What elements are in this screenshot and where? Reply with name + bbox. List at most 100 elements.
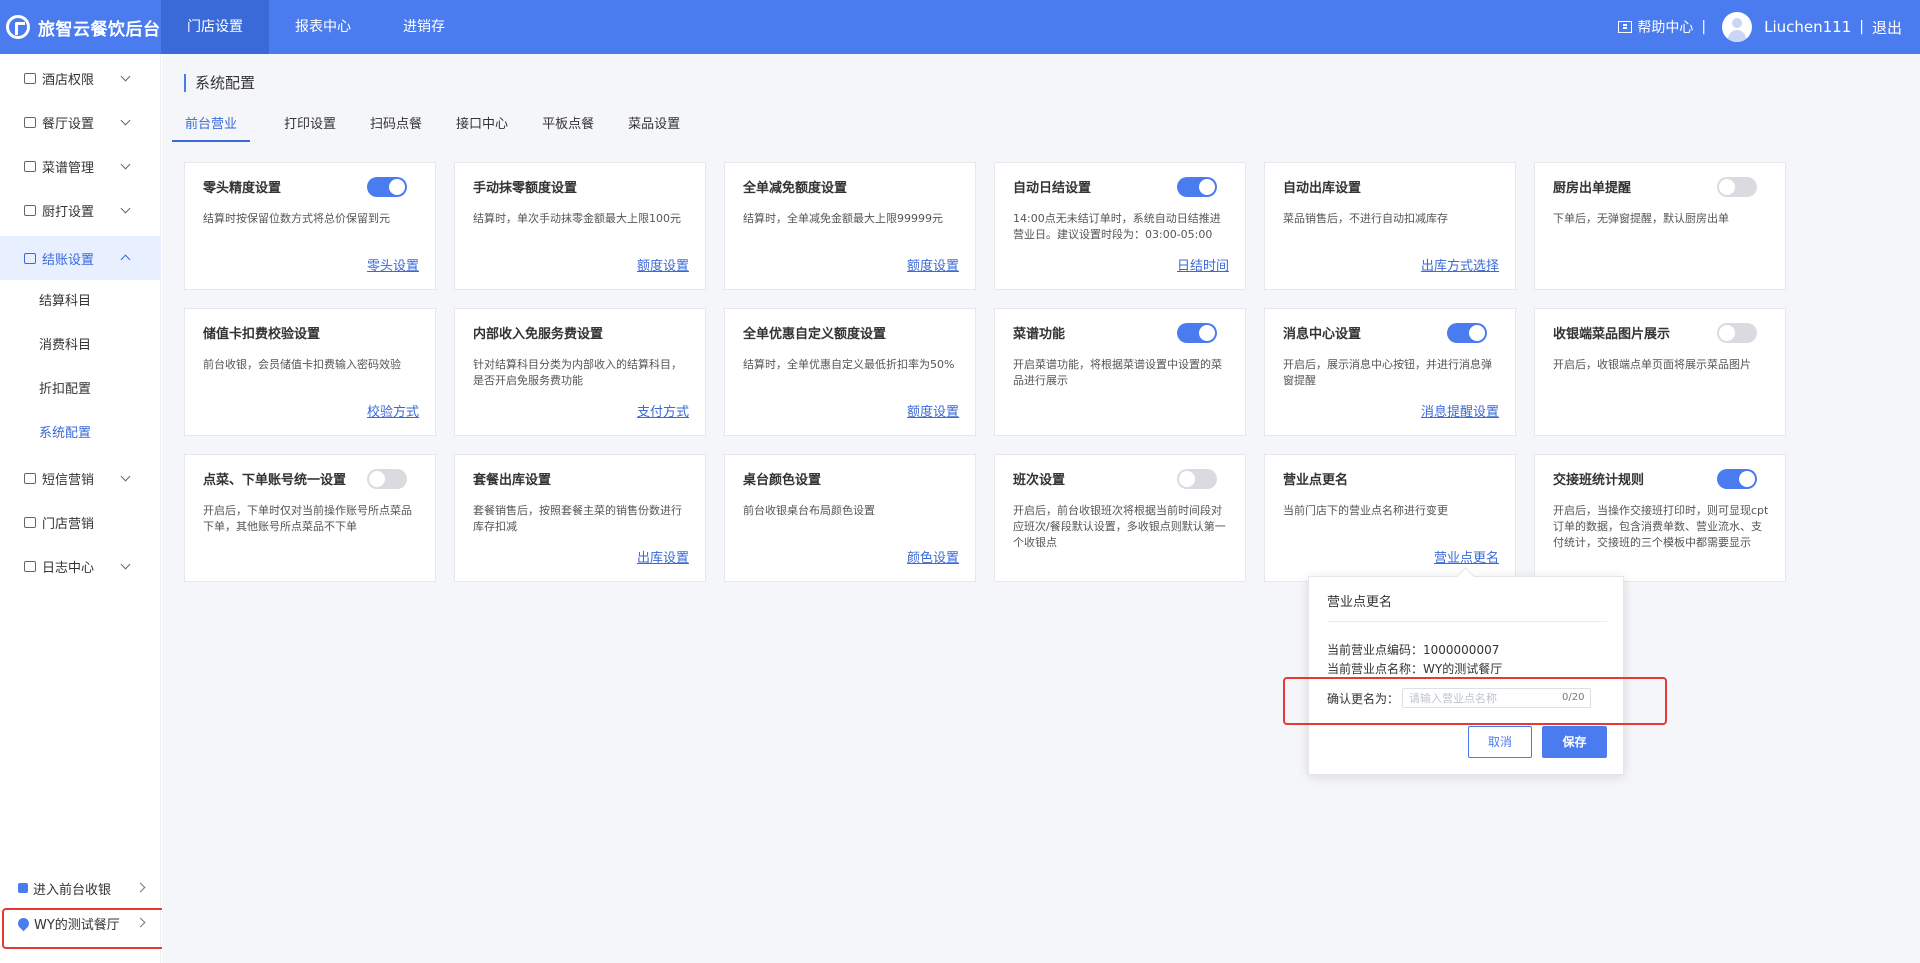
logo-icon bbox=[6, 15, 30, 39]
toggle-switch[interactable] bbox=[1177, 323, 1217, 343]
card-settings-link[interactable]: 额度设置 bbox=[907, 401, 959, 420]
setting-card: 交接班统计规则 开启后，当操作交接班打印时，则可显现cpt订单的数据，包含消费单数… bbox=[1534, 454, 1786, 582]
logout-link[interactable]: 退出 bbox=[1872, 17, 1902, 38]
card-settings-link[interactable]: 营业点更名 bbox=[1434, 547, 1499, 566]
chevron-down-icon bbox=[120, 471, 131, 482]
setting-card: 套餐出库设置套餐销售后，按照套餐主菜的销售份数进行库存扣减出库设置 bbox=[454, 454, 706, 582]
help-icon[interactable] bbox=[1618, 21, 1633, 33]
enter-front-desk[interactable]: 进入前台收银 bbox=[0, 871, 161, 905]
card-title: 内部收入免服务费设置 bbox=[473, 327, 604, 342]
toggle-switch[interactable] bbox=[1717, 177, 1757, 197]
setting-card: 班次设置 开启后，前台收银班次将根据当前时间段对应班次/餐段默认设置，多收银点则默… bbox=[994, 454, 1246, 582]
popover-title: 营业点更名 bbox=[1327, 595, 1393, 610]
home-icon bbox=[24, 116, 36, 128]
card-description: 开启后，下单时仅对当前操作账号所点菜品下单，其他账号所点菜品不下单 bbox=[203, 504, 412, 533]
card-settings-link[interactable]: 颜色设置 bbox=[907, 547, 959, 566]
sidebar-subitem-system-config[interactable]: 系统配置 bbox=[0, 412, 161, 456]
card-settings-link[interactable]: 出库方式选择 bbox=[1421, 255, 1499, 274]
card-settings-link[interactable]: 零头设置 bbox=[367, 255, 419, 274]
toggle-switch[interactable] bbox=[1717, 323, 1757, 343]
restaurant-selector[interactable]: WY的测试餐厅 bbox=[0, 906, 161, 940]
nav-report-center[interactable]: 报表中心 bbox=[269, 0, 377, 54]
card-description: 开启后，收银端点单页面将展示菜品图片 bbox=[1553, 358, 1751, 371]
sidebar-subitem-settlement-subjects[interactable]: 结算科目 bbox=[0, 280, 161, 324]
sidebar-item-label: 餐厅设置 bbox=[42, 116, 95, 132]
printer-icon bbox=[24, 204, 36, 216]
confirm-rename-label: 确认更名为： bbox=[1327, 692, 1400, 706]
nav-inventory[interactable]: 进销存 bbox=[377, 0, 471, 54]
sidebar-item-log-center[interactable]: 日志中心 bbox=[0, 544, 161, 588]
sidebar-item-restaurant-settings[interactable]: 餐厅设置 bbox=[0, 100, 161, 144]
restaurant-name: WY的测试餐厅 bbox=[34, 917, 120, 933]
sidebar-item-label: 门店营销 bbox=[42, 516, 95, 532]
card-settings-link[interactable]: 额度设置 bbox=[907, 255, 959, 274]
sidebar-item-label: 日志中心 bbox=[42, 560, 95, 576]
toggle-switch[interactable] bbox=[367, 469, 407, 489]
card-description: 开启菜谱功能，将根据菜谱设置中设置的菜品进行展示 bbox=[1013, 358, 1222, 387]
chevron-down-icon bbox=[120, 71, 131, 82]
setting-card: 手动抹零额度设置 结算时，单次手动抹零金额最大上限100元 额度设置 bbox=[454, 162, 706, 290]
card-description: 结算时，单次手动抹零金额最大上限100元 bbox=[473, 212, 681, 225]
card-description: 前台收银，会员储值卡扣费输入密码效验 bbox=[203, 358, 401, 371]
chevron-down-icon bbox=[120, 115, 131, 126]
card-title: 点菜、下单账号统一设置 bbox=[203, 473, 347, 488]
nav-store-settings[interactable]: 门店设置 bbox=[161, 0, 269, 54]
sidebar-item-sms-marketing[interactable]: 短信营销 bbox=[0, 456, 161, 500]
help-center-link[interactable]: 帮助中心 bbox=[1637, 17, 1693, 37]
setting-card: 营业点更名 当前门店下的营业点名称进行变更 营业点更名 bbox=[1264, 454, 1516, 582]
tab-interface-center[interactable]: 接口中心 bbox=[456, 112, 508, 142]
card-settings-link[interactable]: 日结时间 bbox=[1177, 255, 1229, 274]
sidebar-item-label: 厨打设置 bbox=[42, 204, 95, 220]
toggle-switch[interactable] bbox=[367, 177, 407, 197]
current-name: 当前营业点名称：WY的测试餐厅 bbox=[1327, 662, 1503, 676]
tab-front-business[interactable]: 前台营业 bbox=[172, 112, 251, 142]
grid-icon bbox=[24, 160, 36, 172]
card-title: 套餐出库设置 bbox=[473, 473, 552, 488]
tab-print-settings[interactable]: 打印设置 bbox=[284, 112, 336, 142]
card-description: 开启后，前台收银班次将根据当前时间段对应班次/餐段默认设置，多收银点则默认第一个… bbox=[1013, 504, 1226, 549]
location-pin-icon bbox=[15, 915, 32, 931]
setting-card: 储值卡扣费校验设置 前台收银，会员储值卡扣费输入密码效验 校验方式 bbox=[184, 308, 436, 436]
card-settings-link[interactable]: 支付方式 bbox=[637, 401, 689, 420]
store-icon bbox=[24, 516, 36, 528]
sidebar-item-checkout-settings[interactable]: 结账设置 bbox=[0, 236, 161, 280]
tab-dish-settings[interactable]: 菜品设置 bbox=[628, 112, 680, 142]
sidebar-subitem-discount-config[interactable]: 折扣配置 bbox=[0, 368, 161, 412]
setting-card: 全单优惠自定义额度设置 结算时，全单优惠自定义最低折扣率为50% 额度设置 bbox=[724, 308, 976, 436]
chevron-up-icon bbox=[120, 254, 131, 265]
enter-front-desk-label: 进入前台收银 bbox=[33, 882, 112, 898]
tab-scan-order[interactable]: 扫码点餐 bbox=[370, 112, 422, 142]
sidebar-item-store-marketing[interactable]: 门店营销 bbox=[0, 500, 161, 544]
toggle-switch[interactable] bbox=[1177, 177, 1217, 197]
tab-tablet-order[interactable]: 平板点餐 bbox=[542, 112, 594, 142]
sidebar-item-kitchen-print[interactable]: 厨打设置 bbox=[0, 188, 161, 232]
avatar[interactable] bbox=[1722, 12, 1753, 42]
save-button[interactable]: 保存 bbox=[1542, 726, 1607, 758]
sidebar-item-label: 酒店权限 bbox=[42, 72, 95, 88]
card-description: 结算时按保留位数方式将总价保留到元 bbox=[203, 212, 390, 225]
toggle-switch[interactable] bbox=[1717, 469, 1757, 489]
sidebar-subitem-consumption-subjects[interactable]: 消费科目 bbox=[0, 324, 161, 368]
sidebar-item-hotel-permissions[interactable]: 酒店权限 bbox=[0, 56, 161, 100]
app-logo[interactable]: 旅智云餐饮后台 bbox=[6, 12, 161, 42]
toggle-switch[interactable] bbox=[1447, 323, 1487, 343]
cancel-button[interactable]: 取消 bbox=[1468, 726, 1532, 758]
sidebar-item-menu-management[interactable]: 菜谱管理 bbox=[0, 144, 161, 188]
card-settings-link[interactable]: 消息提醒设置 bbox=[1421, 401, 1499, 420]
char-counter: 0/20 bbox=[1558, 690, 1589, 706]
card-settings-link[interactable]: 出库设置 bbox=[637, 547, 689, 566]
sidebar-item-label: 菜谱管理 bbox=[42, 160, 95, 176]
chevron-down-icon bbox=[120, 203, 131, 214]
card-title: 交接班统计规则 bbox=[1553, 473, 1645, 488]
toggle-switch[interactable] bbox=[1177, 469, 1217, 489]
separator: | bbox=[1701, 19, 1707, 35]
username[interactable]: Liuchen111 bbox=[1764, 18, 1851, 36]
separator: | bbox=[1859, 19, 1864, 35]
card-title: 零头精度设置 bbox=[203, 181, 282, 196]
document-icon bbox=[24, 560, 36, 572]
card-settings-link[interactable]: 校验方式 bbox=[367, 401, 419, 420]
card-settings-link[interactable]: 额度设置 bbox=[637, 255, 689, 274]
card-description: 套餐销售后，按照套餐主菜的销售份数进行库存扣减 bbox=[473, 504, 682, 533]
rename-popover: 营业点更名 当前营业点编码：1000000007 当前营业点名称：WY的测试餐厅… bbox=[1308, 576, 1624, 775]
setting-card: 自动日结设置 14:00点无未结订单时，系统自动日结推进营业日。建议设置时段为：0… bbox=[994, 162, 1246, 290]
